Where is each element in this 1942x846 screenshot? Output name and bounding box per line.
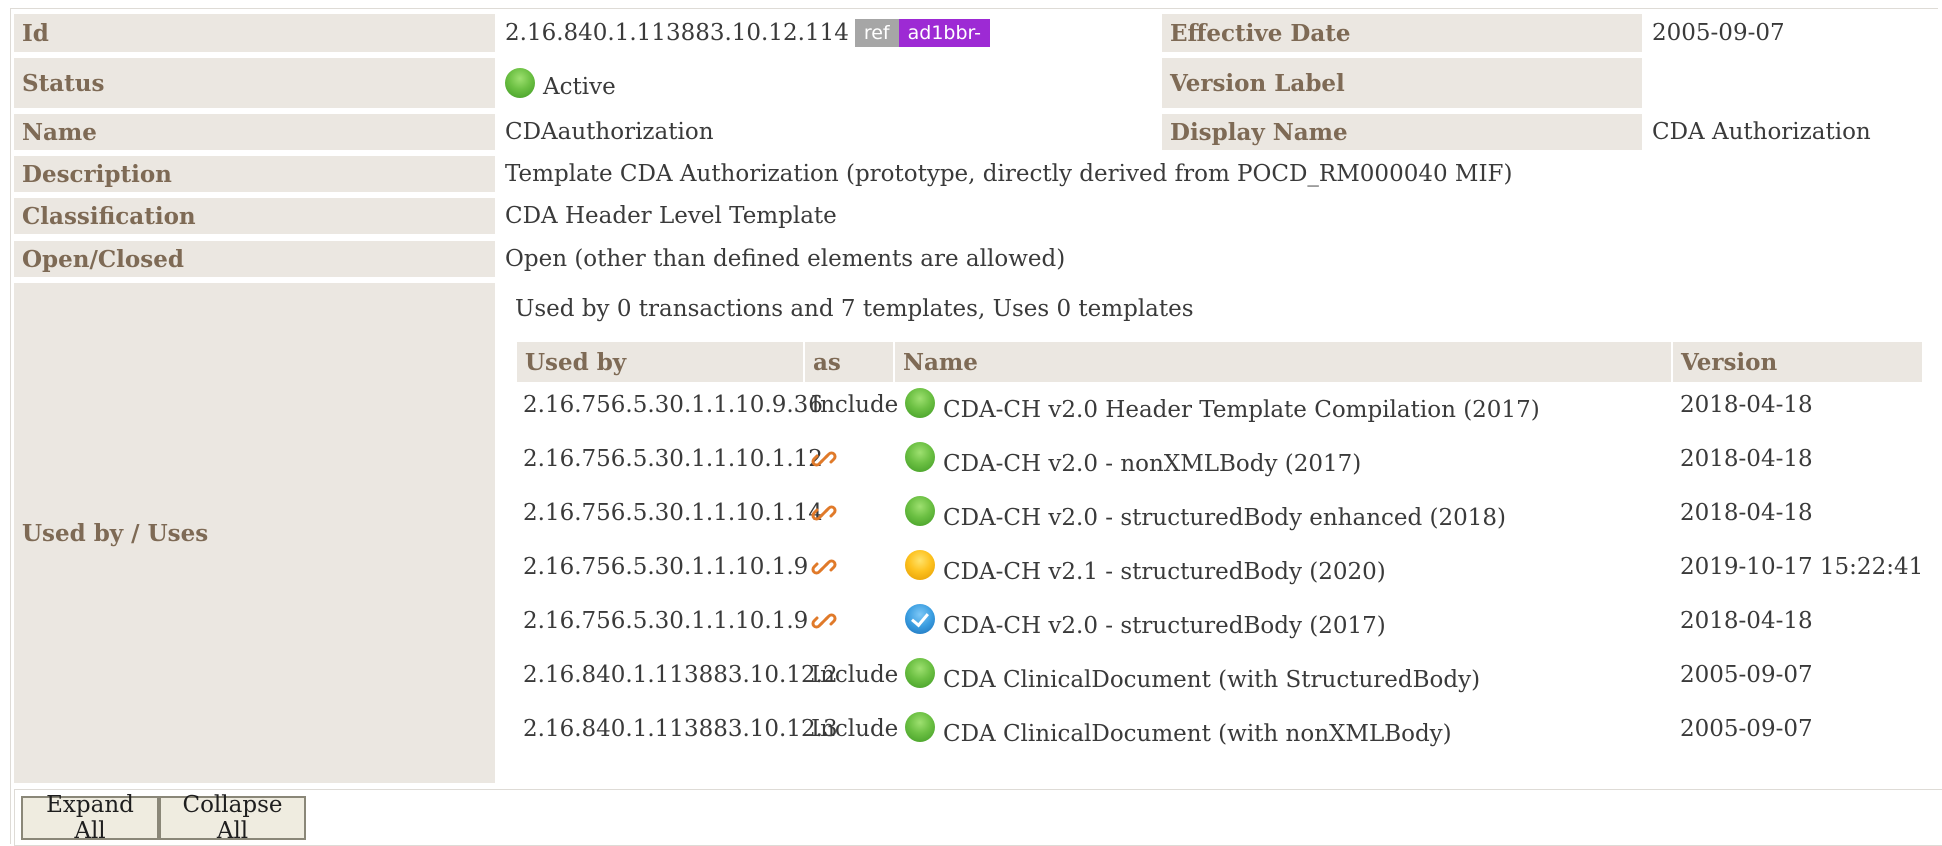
usage-row-version: 2018-04-18 xyxy=(1680,500,1813,526)
status-label: Status xyxy=(14,58,495,108)
effective-date-label-text: Effective Date xyxy=(1170,19,1351,47)
description-value: Template CDA Authorization (prototype, d… xyxy=(505,161,1513,187)
usage-row-version: 2019-10-17 15:22:41 xyxy=(1680,554,1924,580)
description-label-text: Description xyxy=(22,160,172,188)
usage-row-name[interactable]: CDA-CH v2.0 Header Template Compilation … xyxy=(943,397,1540,423)
usage-row-id: 2.16.840.1.113883.10.12.3 xyxy=(523,716,838,742)
name-value: CDAauthorization xyxy=(505,119,714,145)
status-green-icon xyxy=(905,496,935,526)
open-closed-label: Open/Closed xyxy=(14,241,495,277)
usage-row-name[interactable]: CDA-CH v2.1 - structuredBody (2020) xyxy=(943,559,1386,585)
header-used-by: Used by xyxy=(517,342,803,382)
usage-row-id: 2.16.756.5.30.1.1.10.9.36 xyxy=(523,392,823,418)
usage-row-id: 2.16.756.5.30.1.1.10.1.12 xyxy=(523,446,823,472)
display-name-value: CDA Authorization xyxy=(1652,119,1871,145)
usage-row-id: 2.16.756.5.30.1.1.10.1.14 xyxy=(523,500,823,526)
status-green-icon xyxy=(905,658,935,688)
header-as-text: as xyxy=(813,348,841,376)
usage-row-id: 2.16.756.5.30.1.1.10.1.9 xyxy=(523,608,809,634)
effective-date-label: Effective Date xyxy=(1162,14,1642,52)
usage-row-as: Include xyxy=(811,662,899,688)
header-version-text: Version xyxy=(1681,348,1778,376)
header-as: as xyxy=(805,342,893,382)
id-text: 2.16.840.1.113883.10.12.114 xyxy=(505,20,849,46)
prefix-badge: ad1bbr- xyxy=(898,19,990,47)
name-label-text: Name xyxy=(22,118,97,146)
classification-label: Classification xyxy=(14,198,495,234)
status-label-text: Status xyxy=(22,69,105,97)
usage-row-name[interactable]: CDA ClinicalDocument (with StructuredBod… xyxy=(943,667,1480,693)
id-value: 2.16.840.1.113883.10.12.114 ref ad1bbr- xyxy=(505,14,1155,52)
id-label-text: Id xyxy=(22,19,49,47)
usage-row-as: Include xyxy=(811,716,899,742)
status-text: Active xyxy=(543,74,616,100)
usage-row-name[interactable]: CDA ClinicalDocument (with nonXMLBody) xyxy=(943,721,1452,747)
usage-row-version: 2005-09-07 xyxy=(1680,662,1813,688)
usage-row-version: 2005-09-07 xyxy=(1680,716,1813,742)
usage-summary: Used by 0 transactions and 7 templates, … xyxy=(515,296,1194,322)
usage-row-as: Include xyxy=(811,392,899,418)
usage-row-version: 2018-04-18 xyxy=(1680,446,1813,472)
display-name-label: Display Name xyxy=(1162,114,1642,150)
usage-row-version: 2018-04-18 xyxy=(1680,608,1813,634)
open-closed-label-text: Open/Closed xyxy=(22,245,184,273)
usage-row-name[interactable]: CDA-CH v2.0 - structuredBody (2017) xyxy=(943,613,1386,639)
usage-row-version: 2018-04-18 xyxy=(1680,392,1813,418)
version-label-label: Version Label xyxy=(1162,58,1642,108)
link-icon[interactable] xyxy=(811,446,837,478)
link-icon[interactable] xyxy=(811,608,837,640)
used-by-uses-label-text: Used by / Uses xyxy=(22,519,209,547)
button-bar: Expand All Collapse All xyxy=(14,789,1942,846)
collapse-all-button[interactable]: Collapse All xyxy=(159,792,306,844)
status-blue-icon xyxy=(905,604,935,634)
link-icon[interactable] xyxy=(811,500,837,532)
usage-row-name[interactable]: CDA-CH v2.0 - nonXMLBody (2017) xyxy=(943,451,1361,477)
header-name-text: Name xyxy=(903,348,978,376)
status-green-icon xyxy=(905,442,935,472)
version-label-label-text: Version Label xyxy=(1170,69,1345,97)
status-value: Active xyxy=(505,58,1155,108)
status-yellow-icon xyxy=(905,550,935,580)
id-label: Id xyxy=(14,14,495,52)
usage-row-id: 2.16.756.5.30.1.1.10.1.9 xyxy=(523,554,809,580)
header-name: Name xyxy=(895,342,1671,382)
header-version: Version xyxy=(1673,342,1922,382)
display-name-label-text: Display Name xyxy=(1170,118,1348,146)
link-icon[interactable] xyxy=(811,554,837,586)
status-active-icon xyxy=(505,68,535,98)
usage-row-name[interactable]: CDA-CH v2.0 - structuredBody enhanced (2… xyxy=(943,505,1506,531)
used-by-uses-label: Used by / Uses xyxy=(14,283,495,783)
classification-label-text: Classification xyxy=(22,202,196,230)
status-green-icon xyxy=(905,712,935,742)
open-closed-value: Open (other than defined elements are al… xyxy=(505,246,1066,272)
header-used-by-text: Used by xyxy=(525,348,627,376)
usage-row-id: 2.16.840.1.113883.10.12.2 xyxy=(523,662,838,688)
effective-date-value: 2005-09-07 xyxy=(1652,20,1785,46)
status-green-icon xyxy=(905,388,935,418)
ref-badge[interactable]: ref xyxy=(854,19,899,47)
version-label-value xyxy=(1652,58,1932,108)
expand-all-button[interactable]: Expand All xyxy=(21,792,159,844)
name-label: Name xyxy=(14,114,495,150)
description-label: Description xyxy=(14,156,495,192)
classification-value: CDA Header Level Template xyxy=(505,203,837,229)
